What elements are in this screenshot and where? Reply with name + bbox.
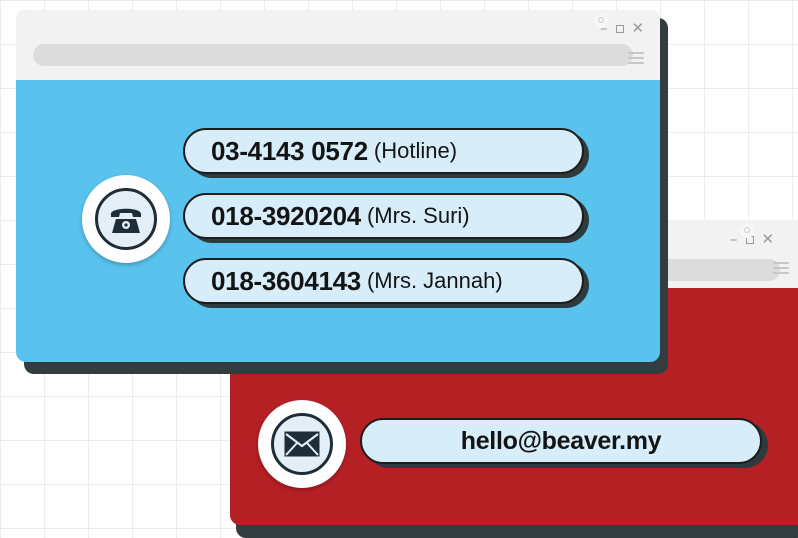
phone-contact-label: (Hotline): [373, 138, 458, 163]
search-icon[interactable]: [594, 14, 608, 28]
phone-badge: [82, 175, 170, 263]
hamburger-menu-icon[interactable]: [773, 262, 789, 274]
phone-badge-circle: [95, 188, 157, 250]
phone-contact-label: (Mrs. Jannah): [366, 268, 503, 293]
minimize-icon[interactable]: –: [730, 232, 738, 247]
email-address-link[interactable]: hello@beaver.my: [360, 418, 762, 464]
phone-window-titlebar: – ✕: [16, 10, 660, 80]
phone-row-mrs-suri[interactable]: 018-3920204 (Mrs. Suri): [183, 193, 584, 239]
phone-number: 018-3920204: [211, 200, 361, 231]
hamburger-menu-icon[interactable]: [628, 52, 644, 64]
phone-row-hotline[interactable]: 03-4143 0572 (Hotline): [183, 128, 584, 174]
phone-number: 018-3604143: [211, 265, 361, 296]
maximize-icon[interactable]: [615, 24, 624, 33]
phone-window-address-bar[interactable]: [33, 44, 633, 66]
telephone-icon: [111, 208, 141, 233]
search-icon[interactable]: [740, 224, 754, 238]
phone-number: 03-4143 0572: [211, 135, 368, 166]
phone-contact-label: (Mrs. Suri): [366, 203, 470, 228]
close-icon[interactable]: ✕: [762, 232, 775, 247]
mail-badge: [258, 400, 346, 488]
email-address: hello@beaver.my: [460, 426, 662, 455]
phone-row-mrs-jannah[interactable]: 018-3604143 (Mrs. Jannah): [183, 258, 584, 304]
mail-badge-circle: [271, 413, 333, 475]
envelope-icon: [284, 431, 320, 457]
close-icon[interactable]: ✕: [632, 21, 645, 36]
